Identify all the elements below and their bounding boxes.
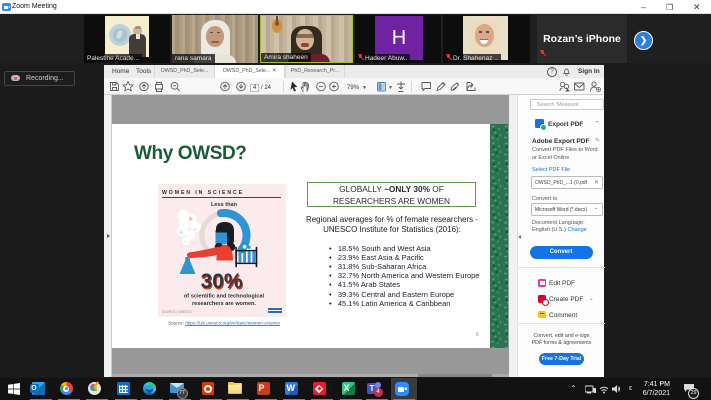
svg-text:of scientific and technologica: of scientific and technological — [184, 294, 265, 300]
svg-text:Less than: Less than — [211, 202, 238, 208]
svg-text:researchers are women.: researchers are women. — [192, 301, 257, 307]
svg-text:❋: ❋ — [179, 230, 183, 236]
svg-text:30%: 30% — [201, 270, 243, 293]
svg-text:✱: ✱ — [188, 216, 193, 223]
svg-text:WOMEN IN SCIENCE: WOMEN IN SCIENCE — [162, 190, 244, 196]
svg-text:SOURCE | UNESCO: SOURCE | UNESCO — [162, 310, 192, 314]
